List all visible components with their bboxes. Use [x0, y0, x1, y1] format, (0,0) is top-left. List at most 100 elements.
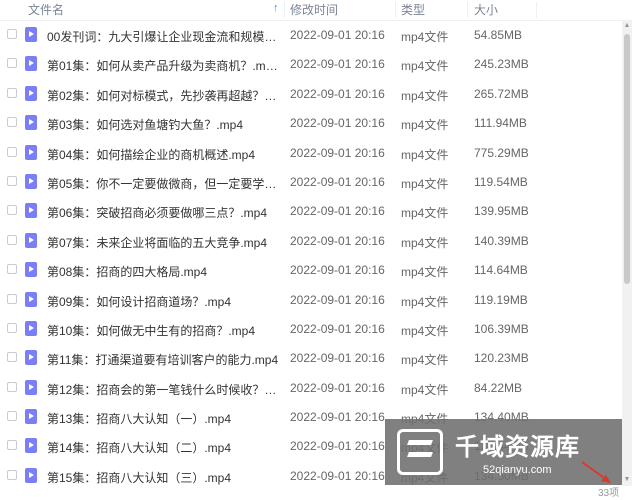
- column-divider[interactable]: [395, 2, 396, 18]
- file-row[interactable]: 第07集：未来企业将面临的五大竞争.mp4 2022-09-01 20:16 mp4…: [0, 227, 622, 256]
- column-header-type[interactable]: 类型: [401, 3, 425, 17]
- video-file-icon: [25, 173, 37, 189]
- modified-time: 2022-09-01 20:16: [290, 439, 385, 454]
- video-file-icon: [25, 203, 37, 219]
- column-divider[interactable]: [536, 2, 537, 18]
- file-row[interactable]: 第03集：如何选对鱼塘钓大鱼？.mp4 2022-09-01 20:16 mp4文件…: [0, 109, 622, 138]
- row-checkbox[interactable]: [7, 293, 17, 304]
- file-name[interactable]: 第05集：你不一定要做微商，但一定要学习微商的营销模...: [47, 175, 279, 192]
- sort-ascending-icon[interactable]: ↑: [273, 2, 279, 14]
- video-file-icon: [25, 350, 37, 366]
- vertical-scrollbar[interactable]: ▲ ▼: [622, 20, 632, 486]
- file-size: 119.19MB: [474, 292, 528, 307]
- modified-time: 2022-09-01 20:16: [290, 204, 385, 219]
- file-type: mp4文件: [401, 323, 449, 338]
- file-size: 139.95MB: [474, 204, 529, 219]
- modified-time: 2022-09-01 20:16: [290, 321, 385, 336]
- file-row[interactable]: 第02集：如何对标模式，先抄袭再超越？.mp4 2022-09-01 20:16 m…: [0, 80, 622, 109]
- row-checkbox[interactable]: [7, 381, 17, 392]
- file-name[interactable]: 第14集：招商八大认知（二）.mp4: [47, 439, 279, 456]
- row-checkbox[interactable]: [7, 440, 17, 451]
- file-row[interactable]: 第09集：如何设计招商道场？.mp4 2022-09-01 20:16 mp4文件 1…: [0, 286, 622, 315]
- column-divider[interactable]: [284, 2, 285, 18]
- file-name[interactable]: 第04集：如何描绘企业的商机概述.mp4: [47, 146, 279, 163]
- row-checkbox[interactable]: [7, 352, 17, 363]
- file-size: 114.64MB: [474, 263, 528, 278]
- file-list: 00发刊词：九大引爆让企业现金流和规模快速增长的商业... 2022-09-01 …: [0, 21, 622, 486]
- watermark-url: 52qianyu.com: [483, 464, 552, 476]
- file-size: 111.94MB: [474, 116, 527, 131]
- row-checkbox[interactable]: [7, 117, 17, 128]
- video-file-icon: [25, 409, 37, 425]
- modified-time: 2022-09-01 20:16: [290, 233, 385, 248]
- file-row[interactable]: 第08集：招商的四大格局.mp4 2022-09-01 20:16 mp4文件 114…: [0, 256, 622, 285]
- file-row[interactable]: 第12集：招商会的第一笔钱什么时候收？.mp4 2022-09-01 20:16 m…: [0, 374, 622, 403]
- file-type: mp4文件: [401, 88, 449, 103]
- file-name[interactable]: 第13集：招商八大认知（一）.mp4: [47, 410, 279, 427]
- file-name[interactable]: 第03集：如何选对鱼塘钓大鱼？.mp4: [47, 116, 279, 133]
- row-checkbox[interactable]: [7, 205, 17, 216]
- file-size: 120.23MB: [474, 351, 529, 366]
- column-header-time[interactable]: 修改时间: [290, 3, 338, 17]
- scrollbar-thumb[interactable]: [624, 34, 630, 284]
- video-file-icon: [25, 262, 37, 278]
- modified-time: 2022-09-01 20:16: [290, 57, 385, 72]
- scroll-down-arrow-icon[interactable]: ▼: [623, 476, 631, 484]
- file-row[interactable]: 第04集：如何描绘企业的商机概述.mp4 2022-09-01 20:16 mp4文…: [0, 139, 622, 168]
- watermark-logo-icon: [397, 429, 443, 475]
- file-type: mp4文件: [401, 206, 449, 221]
- file-name[interactable]: 第11集：打通渠道要有培训客户的能力.mp4: [47, 351, 279, 368]
- file-row[interactable]: 第06集：突破招商必须要做哪三点？.mp4 2022-09-01 20:16 mp4…: [0, 197, 622, 226]
- file-name[interactable]: 第08集：招商的四大格局.mp4: [47, 263, 279, 280]
- video-file-icon: [25, 320, 37, 336]
- scroll-up-arrow-icon[interactable]: ▲: [623, 22, 631, 30]
- video-file-icon: [25, 56, 37, 72]
- file-name[interactable]: 00发刊词：九大引爆让企业现金流和规模快速增长的商业...: [47, 28, 279, 45]
- file-type: mp4文件: [401, 265, 449, 280]
- row-checkbox[interactable]: [7, 234, 17, 245]
- row-checkbox[interactable]: [7, 175, 17, 186]
- file-name[interactable]: 第07集：未来企业将面临的五大竞争.mp4: [47, 234, 279, 251]
- file-size: 265.72MB: [474, 86, 529, 101]
- modified-time: 2022-09-01 20:16: [290, 86, 385, 101]
- video-file-icon: [25, 379, 37, 395]
- file-type: mp4文件: [401, 30, 449, 44]
- row-checkbox[interactable]: [7, 411, 17, 422]
- file-name[interactable]: 第10集：如何做无中生有的招商？.mp4: [47, 322, 279, 339]
- file-name[interactable]: 第06集：突破招商必须要做哪三点？.mp4: [47, 204, 279, 221]
- row-checkbox[interactable]: [7, 58, 17, 69]
- file-type: mp4文件: [401, 294, 449, 309]
- column-divider[interactable]: [467, 2, 468, 18]
- file-row[interactable]: 第10集：如何做无中生有的招商？.mp4 2022-09-01 20:16 mp4文…: [0, 315, 622, 344]
- modified-time: 2022-09-01 20:16: [290, 263, 385, 278]
- file-size: 775.29MB: [474, 145, 529, 160]
- file-name[interactable]: 第01集：如何从卖产品升级为卖商机？.mp4: [47, 57, 279, 74]
- file-name[interactable]: 第15集：招商八大认知（三）.mp4: [47, 469, 279, 486]
- video-file-icon: [25, 85, 37, 101]
- file-name[interactable]: 第09集：如何设计招商道场？.mp4: [47, 293, 279, 310]
- file-type: mp4文件: [401, 382, 449, 397]
- watermark-title: 千域资源库: [455, 434, 580, 461]
- modified-time: 2022-09-01 20:16: [290, 174, 385, 189]
- row-checkbox[interactable]: [7, 29, 17, 39]
- file-row[interactable]: 00发刊词：九大引爆让企业现金流和规模快速增长的商业... 2022-09-01 …: [0, 21, 622, 50]
- file-row[interactable]: 第01集：如何从卖产品升级为卖商机？.mp4 2022-09-01 20:16 mp…: [0, 50, 622, 79]
- file-row[interactable]: 第05集：你不一定要做微商，但一定要学习微商的营销模... 2022-09-01 …: [0, 168, 622, 197]
- video-file-icon: [25, 291, 37, 307]
- red-arrow-annotation-icon: [581, 461, 611, 483]
- modified-time: 2022-09-01 20:16: [290, 468, 385, 483]
- row-checkbox[interactable]: [7, 322, 17, 333]
- row-checkbox[interactable]: [7, 264, 17, 275]
- file-list-header: 文件名 ↑ 修改时间 类型 大小: [0, 0, 622, 21]
- column-header-name[interactable]: 文件名: [28, 3, 64, 17]
- file-row[interactable]: 第11集：打通渠道要有培训客户的能力.mp4 2022-09-01 20:16 mp…: [0, 344, 622, 373]
- file-type: mp4文件: [401, 59, 449, 74]
- row-checkbox[interactable]: [7, 469, 17, 480]
- row-checkbox[interactable]: [7, 146, 17, 157]
- modified-time: 2022-09-01 20:16: [290, 410, 385, 425]
- modified-time: 2022-09-01 20:16: [290, 28, 385, 42]
- row-checkbox[interactable]: [7, 87, 17, 98]
- file-name[interactable]: 第02集：如何对标模式，先抄袭再超越？.mp4: [47, 87, 279, 104]
- file-name[interactable]: 第12集：招商会的第一笔钱什么时候收？.mp4: [47, 381, 279, 398]
- column-header-size[interactable]: 大小: [474, 3, 498, 17]
